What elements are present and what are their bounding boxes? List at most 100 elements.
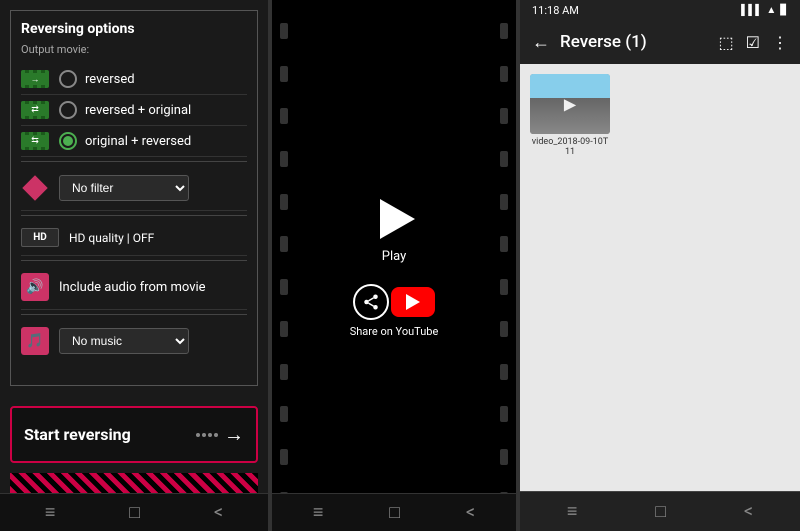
nav-back-icon-right[interactable]: < — [744, 501, 753, 522]
film-dot — [280, 151, 288, 167]
arrow-right-icon: → — [224, 422, 244, 447]
signal-icon: ▌▌▌ — [741, 5, 762, 16]
film-dot — [500, 236, 508, 252]
start-arrow: → — [196, 422, 244, 447]
wifi-icon: ▲ — [766, 5, 776, 16]
video-grid: video_2018-09-10T11 — [520, 64, 800, 491]
bottom-nav-left: ≡ □ < — [0, 493, 268, 531]
nav-menu-icon-mid[interactable]: ≡ — [313, 502, 324, 523]
nav-home-icon-right[interactable]: □ — [655, 501, 666, 522]
hd-quality-row[interactable]: HD HD quality | OFF — [21, 220, 247, 256]
start-reversing-label: Start reversing — [24, 425, 131, 444]
filter-row: No filter Sepia Grayscale — [21, 166, 247, 211]
bottom-nav-middle: ≡ □ < — [272, 493, 516, 531]
film-dot — [280, 364, 288, 380]
right-panel: 11:18 AM ▌▌▌ ▲ ▊ ← Reverse (1) ⬚ ☑ ⋮ vid… — [520, 0, 800, 531]
back-button[interactable]: ← — [532, 32, 550, 53]
film-dots-right — [500, 0, 508, 531]
dot3 — [208, 433, 212, 437]
nav-back-icon-mid[interactable]: < — [466, 502, 475, 523]
option-reversed-original[interactable]: ⇄ reversed + original — [21, 95, 247, 126]
nav-back-icon[interactable]: < — [214, 502, 223, 523]
stripe-bar — [10, 473, 258, 493]
film-dot — [500, 279, 508, 295]
film-dot — [500, 449, 508, 465]
reversed-label: reversed — [85, 72, 135, 87]
youtube-play-icon — [406, 294, 420, 310]
film-dot — [280, 279, 288, 295]
film-dot — [500, 108, 508, 124]
speaker-icon: 🔊 — [21, 273, 49, 301]
audio-label: Include audio from movie — [59, 280, 206, 295]
play-section: Play — [369, 194, 419, 264]
export-icon[interactable]: ⬚ — [719, 33, 734, 52]
speaker-glyph: 🔊 — [26, 279, 43, 295]
dot4 — [214, 433, 218, 437]
play-button[interactable] — [369, 194, 419, 244]
start-reversing-button[interactable]: Start reversing → — [10, 406, 258, 463]
left-panel: Reversing options Output movie: → revers… — [0, 0, 268, 531]
radio-orig-rev — [59, 132, 77, 150]
film-dot — [280, 66, 288, 82]
music-icon: 🎵 — [21, 327, 49, 355]
film-dot — [280, 108, 288, 124]
divider-3 — [21, 260, 247, 261]
music-glyph: 🎵 — [26, 333, 43, 349]
status-bar: 11:18 AM ▌▌▌ ▲ ▊ — [520, 0, 800, 20]
film-dot — [500, 66, 508, 82]
middle-panel: Play Share on YouTube ≡ □ < — [268, 0, 520, 531]
select-all-icon[interactable]: ☑ — [746, 33, 760, 52]
film-dot — [500, 151, 508, 167]
app-header: ← Reverse (1) ⬚ ☑ ⋮ — [520, 20, 800, 64]
film-dots-left — [280, 0, 288, 531]
divider-2 — [21, 215, 247, 216]
status-time: 11:18 AM — [532, 4, 579, 17]
thumb-scene — [530, 74, 610, 134]
film-dot — [280, 406, 288, 422]
nav-home-icon[interactable]: □ — [129, 502, 140, 523]
play-label: Play — [382, 249, 407, 264]
arrow-reversed: → — [31, 74, 40, 85]
filter-icon — [21, 174, 49, 202]
bottom-nav-right: ≡ □ < — [520, 491, 800, 531]
film-dot — [280, 321, 288, 337]
header-actions: ⬚ ☑ ⋮ — [719, 33, 788, 52]
share-network-button[interactable] — [353, 284, 389, 320]
share-label: Share on YouTube — [350, 325, 439, 338]
nav-home-icon-mid[interactable]: □ — [389, 502, 400, 523]
film-dot — [500, 321, 508, 337]
video-thumb-image — [530, 74, 610, 134]
music-row: 🎵 No music Custom music — [21, 319, 247, 363]
filmstrip-icon-reversed: → — [21, 70, 49, 88]
original-reversed-label: original + reversed — [85, 134, 191, 149]
reversed-original-label: reversed + original — [85, 103, 191, 118]
radio-reversed — [59, 70, 77, 88]
filmstrip-icon-rev-orig: ⇄ — [21, 101, 49, 119]
film-dot — [280, 194, 288, 210]
share-icons-row — [353, 284, 435, 320]
output-label: Output movie: — [21, 43, 247, 56]
radio-rev-orig — [59, 101, 77, 119]
filmstrip-icon-orig-rev: ⇆ — [21, 132, 49, 150]
option-reversed[interactable]: → reversed — [21, 64, 247, 95]
nav-menu-icon[interactable]: ≡ — [45, 502, 56, 523]
nav-menu-icon-right[interactable]: ≡ — [567, 501, 578, 522]
film-dot — [500, 364, 508, 380]
hd-badge: HD — [21, 228, 59, 247]
film-dot — [280, 23, 288, 39]
film-dot — [280, 449, 288, 465]
arrow-orig-rev: ⇆ — [31, 136, 39, 146]
battery-icon: ▊ — [780, 5, 788, 16]
music-select[interactable]: No music Custom music — [59, 328, 189, 354]
hd-text: HD quality | OFF — [69, 231, 154, 245]
app-title: Reverse (1) — [560, 32, 719, 52]
share-section: Share on YouTube — [350, 284, 439, 338]
option-original-reversed[interactable]: ⇆ original + reversed — [21, 126, 247, 157]
arrow-rev-orig: ⇄ — [31, 105, 39, 115]
audio-row[interactable]: 🔊 Include audio from movie — [21, 265, 247, 310]
youtube-share-button[interactable] — [391, 287, 435, 317]
video-thumbnail-item[interactable]: video_2018-09-10T11 — [530, 74, 610, 157]
film-dot — [500, 23, 508, 39]
more-options-icon[interactable]: ⋮ — [772, 33, 788, 52]
filter-select[interactable]: No filter Sepia Grayscale — [59, 175, 189, 201]
